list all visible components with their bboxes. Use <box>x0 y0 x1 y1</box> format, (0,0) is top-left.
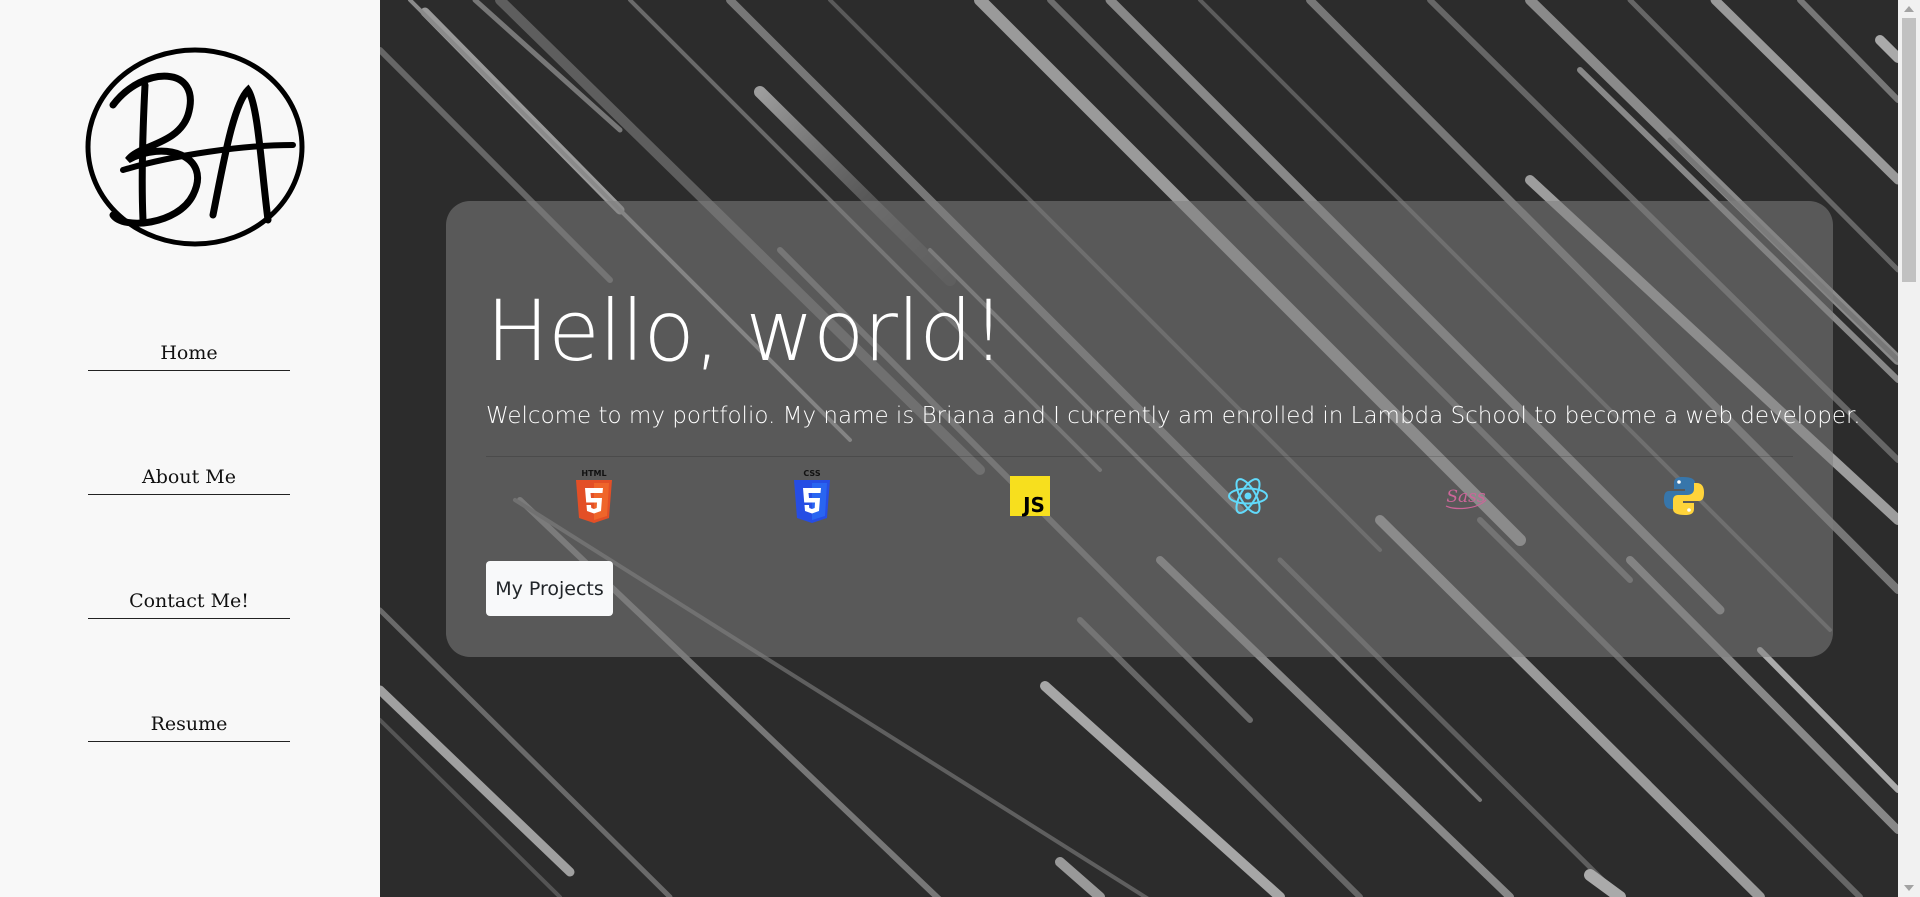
scrollbar-thumb[interactable] <box>1902 18 1916 282</box>
sass-icon: Sass <box>1445 487 1487 510</box>
tech-icons: HTML CSS JS Sass <box>486 466 1793 526</box>
svg-text:CSS: CSS <box>803 469 820 478</box>
nav-contact-me[interactable]: Contact Me! <box>88 588 290 619</box>
scrollbar[interactable] <box>1898 0 1920 897</box>
html5-icon: HTML <box>576 469 612 523</box>
nav-about-me[interactable]: About Me <box>88 464 290 495</box>
hero-card: Hello, world! Welcome to my portfolio. M… <box>446 201 1861 657</box>
hero-title: Hello, world! <box>486 282 1005 380</box>
svg-text:HTML: HTML <box>581 469 606 478</box>
react-icon <box>1228 478 1268 514</box>
css3-icon: CSS <box>794 469 830 523</box>
python-icon <box>1664 477 1704 515</box>
svg-text:JS: JS <box>1021 493 1045 517</box>
javascript-icon: JS <box>1010 476 1050 517</box>
my-projects-button[interactable]: My Projects <box>486 561 613 616</box>
nav-home[interactable]: Home <box>88 340 290 371</box>
scroll-up-arrow-icon[interactable] <box>1904 6 1914 12</box>
divider <box>486 456 1793 457</box>
sidebar: Home About Me Contact Me! Resume <box>0 0 380 897</box>
scroll-down-arrow-icon[interactable] <box>1904 885 1914 891</box>
logo[interactable] <box>83 45 307 250</box>
hero-text: Welcome to my portfolio. My name is Bria… <box>486 403 1861 429</box>
nav-resume[interactable]: Resume <box>88 711 290 742</box>
